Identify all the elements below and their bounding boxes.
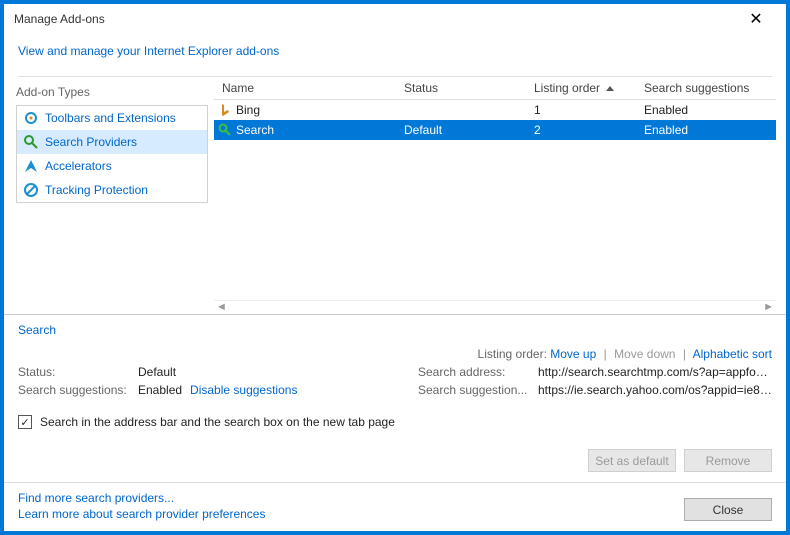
sidebar-item-toolbars[interactable]: Toolbars and Extensions: [17, 106, 207, 130]
sidebar-item-accelerators[interactable]: Accelerators: [17, 154, 207, 178]
sidebar-item-label: Search Providers: [45, 135, 137, 149]
bing-icon: [218, 103, 232, 117]
scroll-right-icon[interactable]: ►: [763, 301, 774, 314]
sidebar-item-label: Tracking Protection: [45, 183, 148, 197]
move-down-link: Move down: [614, 347, 675, 361]
provider-table: Name Status Listing order Search suggest…: [214, 77, 786, 314]
horizontal-scrollbar[interactable]: ◄ ►: [214, 300, 776, 314]
gear-icon: [23, 110, 39, 126]
sort-asc-icon: [606, 86, 614, 91]
remove-button: Remove: [684, 449, 772, 472]
sidebar-heading: Add-on Types: [16, 85, 208, 99]
addon-types-list: Toolbars and Extensions Search Providers…: [16, 105, 208, 203]
search-address-label: Search address:: [418, 365, 538, 379]
listing-order-actions: Listing order: Move up | Move down | Alp…: [18, 347, 772, 361]
sidebar-item-label: Toolbars and Extensions: [45, 111, 176, 125]
manage-addons-window: Manage Add-ons ✕ View and manage your In…: [0, 0, 790, 535]
close-button[interactable]: Close: [684, 498, 772, 521]
status-value: Default: [138, 365, 176, 379]
titlebar: Manage Add-ons ✕: [4, 4, 786, 34]
column-name[interactable]: Name: [214, 81, 404, 95]
table-row[interactable]: Bing 1 Enabled: [214, 100, 776, 120]
provider-order: 1: [534, 103, 644, 117]
sidebar-item-search-providers[interactable]: Search Providers: [17, 130, 207, 154]
search-icon: [23, 134, 39, 150]
provider-order: 2: [534, 123, 644, 137]
column-status[interactable]: Status: [404, 81, 534, 95]
sidebar: Add-on Types Toolbars and Extensions Sea…: [4, 77, 214, 314]
search-icon: [218, 123, 232, 137]
arrow-icon: [23, 158, 39, 174]
block-icon: [23, 182, 39, 198]
details-pane: Search Listing order: Move up | Move dow…: [4, 314, 786, 482]
alphabetic-sort-link[interactable]: Alphabetic sort: [693, 347, 772, 361]
suggestion-address-value: https://ie.search.yahoo.com/os?appid=ie8…: [538, 383, 772, 397]
column-search-suggestions[interactable]: Search suggestions: [644, 81, 776, 95]
checkbox-label: Search in the address bar and the search…: [40, 415, 395, 429]
status-label: Status:: [18, 365, 138, 379]
search-in-address-bar-checkbox[interactable]: ✓: [18, 415, 32, 429]
scroll-left-icon[interactable]: ◄: [216, 301, 227, 314]
set-as-default-button: Set as default: [588, 449, 676, 472]
provider-suggestions: Enabled: [644, 103, 776, 117]
view-manage-link[interactable]: View and manage your Internet Explorer a…: [18, 44, 279, 58]
suggestions-label: Search suggestions:: [18, 383, 138, 397]
provider-status: Default: [404, 123, 534, 137]
suggestions-value: Enabled: [138, 383, 182, 397]
sidebar-item-tracking-protection[interactable]: Tracking Protection: [17, 178, 207, 202]
disable-suggestions-link[interactable]: Disable suggestions: [190, 383, 297, 397]
window-title: Manage Add-ons: [14, 12, 736, 26]
search-address-value: http://search.searchtmp.com/s?ap=appfocu…: [538, 365, 772, 379]
learn-more-link[interactable]: Learn more about search provider prefere…: [18, 507, 265, 521]
column-listing-order[interactable]: Listing order: [534, 81, 644, 95]
provider-suggestions: Enabled: [644, 123, 776, 137]
provider-name: Bing: [236, 103, 260, 117]
table-row[interactable]: Search Default 2 Enabled: [214, 120, 776, 140]
suggestion-address-label: Search suggestion...: [418, 383, 538, 397]
close-icon[interactable]: ✕: [736, 9, 776, 29]
footer: Find more search providers... Learn more…: [4, 482, 786, 531]
provider-name: Search: [236, 123, 274, 137]
table-header: Name Status Listing order Search suggest…: [214, 77, 776, 100]
find-more-providers-link[interactable]: Find more search providers...: [18, 491, 265, 505]
details-title: Search: [18, 323, 772, 337]
move-up-link[interactable]: Move up: [550, 347, 596, 361]
sidebar-item-label: Accelerators: [45, 159, 112, 173]
